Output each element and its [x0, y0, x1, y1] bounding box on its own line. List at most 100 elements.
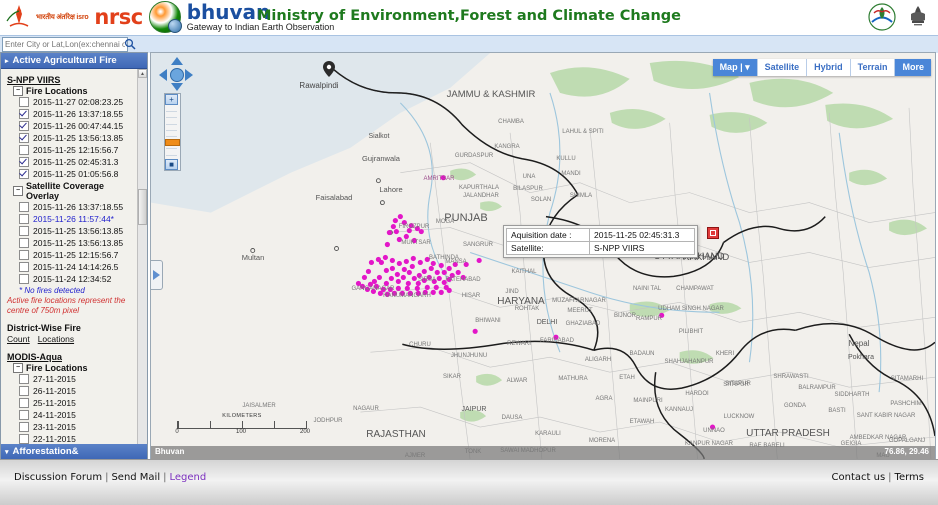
layer-checkbox[interactable]	[19, 434, 29, 444]
zoom-slider-thumb[interactable]	[165, 139, 180, 146]
fire-location-point[interactable]	[416, 272, 422, 279]
fire-location-point[interactable]	[408, 222, 414, 229]
fire-location-point[interactable]	[367, 281, 374, 287]
fire-location-point[interactable]	[452, 261, 458, 268]
fire-location-point[interactable]	[426, 274, 432, 281]
fire-location-point[interactable]	[441, 279, 447, 286]
layer-checkbox[interactable]	[19, 226, 29, 236]
fire-location-point[interactable]	[370, 288, 377, 294]
footer-link-legend[interactable]: Legend	[170, 472, 207, 483]
list-item[interactable]: 25-11-2015	[19, 397, 139, 409]
fire-location-point[interactable]	[436, 275, 442, 282]
list-item[interactable]: 2015-11-27 02:08:23.25	[19, 96, 139, 108]
layer-checkbox[interactable]	[19, 169, 29, 179]
fire-location-point[interactable]	[389, 265, 395, 272]
list-item[interactable]: 26-11-2015	[19, 385, 139, 397]
map-type-more-button[interactable]: More	[895, 59, 931, 76]
fire-location-point[interactable]	[441, 269, 447, 276]
fire-location-point[interactable]	[460, 274, 466, 281]
list-item[interactable]: 2015-11-25 01:05:56.8	[19, 168, 139, 180]
district-wise-link-locations[interactable]: Locations	[38, 334, 74, 344]
footer-link-terms[interactable]: Terms	[895, 472, 924, 483]
fire-location-point[interactable]	[368, 259, 375, 266]
pan-up-icon[interactable]	[171, 57, 183, 65]
fire-location-point[interactable]	[376, 274, 383, 281]
fire-location-point[interactable]	[446, 287, 452, 293]
layer-checkbox[interactable]	[19, 422, 29, 432]
layer-group-title[interactable]: MODIS-Aqua	[7, 352, 139, 362]
pan-right-icon[interactable]	[185, 69, 193, 81]
fire-location-point[interactable]	[455, 269, 461, 276]
panel-header-afforestation[interactable]: ▾ Afforestation&	[1, 444, 147, 459]
fire-location-point[interactable]	[386, 229, 392, 236]
fire-location-point[interactable]	[390, 223, 396, 230]
pan-left-icon[interactable]	[159, 69, 167, 81]
sidebar-scrollbar[interactable]: ▲ ▼	[137, 69, 147, 459]
fire-location-point[interactable]	[424, 256, 430, 263]
layer-group-title[interactable]: S-NPP VIIRS	[7, 75, 139, 85]
fire-location-point[interactable]	[396, 260, 402, 267]
layer-checkbox[interactable]	[19, 238, 29, 248]
list-item[interactable]: 2015-11-26 13:37:18.55	[19, 201, 139, 213]
scroll-up-arrow-icon[interactable]: ▲	[138, 69, 147, 78]
list-item[interactable]: 2015-11-24 12:34:52	[19, 273, 139, 285]
fire-location-point[interactable]	[393, 228, 399, 235]
fire-location-point[interactable]	[421, 277, 427, 284]
fire-location-point[interactable]	[395, 278, 401, 285]
pan-center-icon[interactable]	[170, 68, 184, 82]
list-item[interactable]: 27-11-2015	[19, 373, 139, 385]
fire-location-point[interactable]	[391, 290, 397, 296]
fire-location-point[interactable]	[415, 290, 421, 296]
search-input[interactable]	[2, 37, 128, 52]
map-type-hybrid-button[interactable]: Hybrid	[807, 59, 851, 76]
list-item[interactable]: 2015-11-24 14:14:26.5	[19, 261, 139, 273]
fire-location-point[interactable]	[476, 257, 482, 264]
fire-location-point[interactable]	[364, 286, 371, 292]
collapse-toggle-icon[interactable]: −	[13, 363, 23, 373]
fire-location-point[interactable]	[417, 259, 423, 266]
fire-location-point[interactable]	[403, 233, 409, 240]
list-item[interactable]: 2015-11-25 13:56:13.85	[19, 237, 139, 249]
fire-location-point[interactable]	[424, 284, 430, 290]
fire-location-point[interactable]	[389, 257, 395, 264]
fire-location-point[interactable]	[383, 280, 389, 287]
fire-location-point[interactable]	[449, 272, 455, 279]
fire-location-point[interactable]	[438, 289, 444, 295]
layer-checkbox[interactable]	[19, 398, 29, 408]
list-item[interactable]: 2015-11-25 13:56:13.85	[19, 225, 139, 237]
fire-location-point[interactable]	[438, 262, 444, 269]
fire-location-point[interactable]	[375, 256, 382, 263]
layer-checkbox[interactable]	[19, 386, 29, 396]
footer-link-discussion-forum[interactable]: Discussion Forum	[14, 472, 102, 483]
list-item[interactable]: 2015-11-25 12:15:56.7	[19, 144, 139, 156]
zoom-track[interactable]	[166, 106, 177, 162]
layer-checkbox[interactable]	[19, 374, 29, 384]
panel-header-active-agricultural-fire[interactable]: ▸ Active Agricultural Fire	[1, 53, 147, 69]
fire-location-point[interactable]	[414, 285, 420, 291]
layer-section-header[interactable]: − Fire Locations	[13, 363, 139, 373]
fire-location-point[interactable]	[434, 269, 440, 276]
layer-checkbox[interactable]	[19, 133, 29, 143]
layer-checkbox[interactable]	[19, 121, 29, 131]
footer-link-contact-us[interactable]: Contact us	[832, 472, 886, 483]
collapse-toggle-icon[interactable]: −	[13, 186, 23, 196]
fire-location-point[interactable]	[431, 278, 437, 285]
layer-checkbox[interactable]	[19, 145, 29, 155]
zoom-control[interactable]: + ■	[164, 93, 181, 171]
fire-location-point[interactable]	[415, 280, 421, 287]
fire-location-point[interactable]	[407, 290, 413, 296]
fire-location-point[interactable]	[440, 175, 446, 181]
fire-location-point[interactable]	[400, 274, 406, 281]
fire-location-point[interactable]	[428, 265, 434, 272]
fire-location-point[interactable]	[472, 328, 478, 334]
layer-checkbox[interactable]	[19, 274, 29, 284]
footer-link-send-mail[interactable]: Send Mail	[111, 472, 160, 483]
panel-expander-handle[interactable]	[151, 260, 163, 290]
district-wise-link-count[interactable]: Count	[7, 334, 30, 344]
fire-location-point[interactable]	[659, 312, 665, 318]
layer-checkbox[interactable]	[19, 250, 29, 260]
fire-location-point[interactable]	[430, 260, 436, 267]
list-item[interactable]: 24-11-2015	[19, 409, 139, 421]
fire-location-point[interactable]	[409, 263, 415, 270]
fire-location-point[interactable]	[401, 219, 407, 226]
